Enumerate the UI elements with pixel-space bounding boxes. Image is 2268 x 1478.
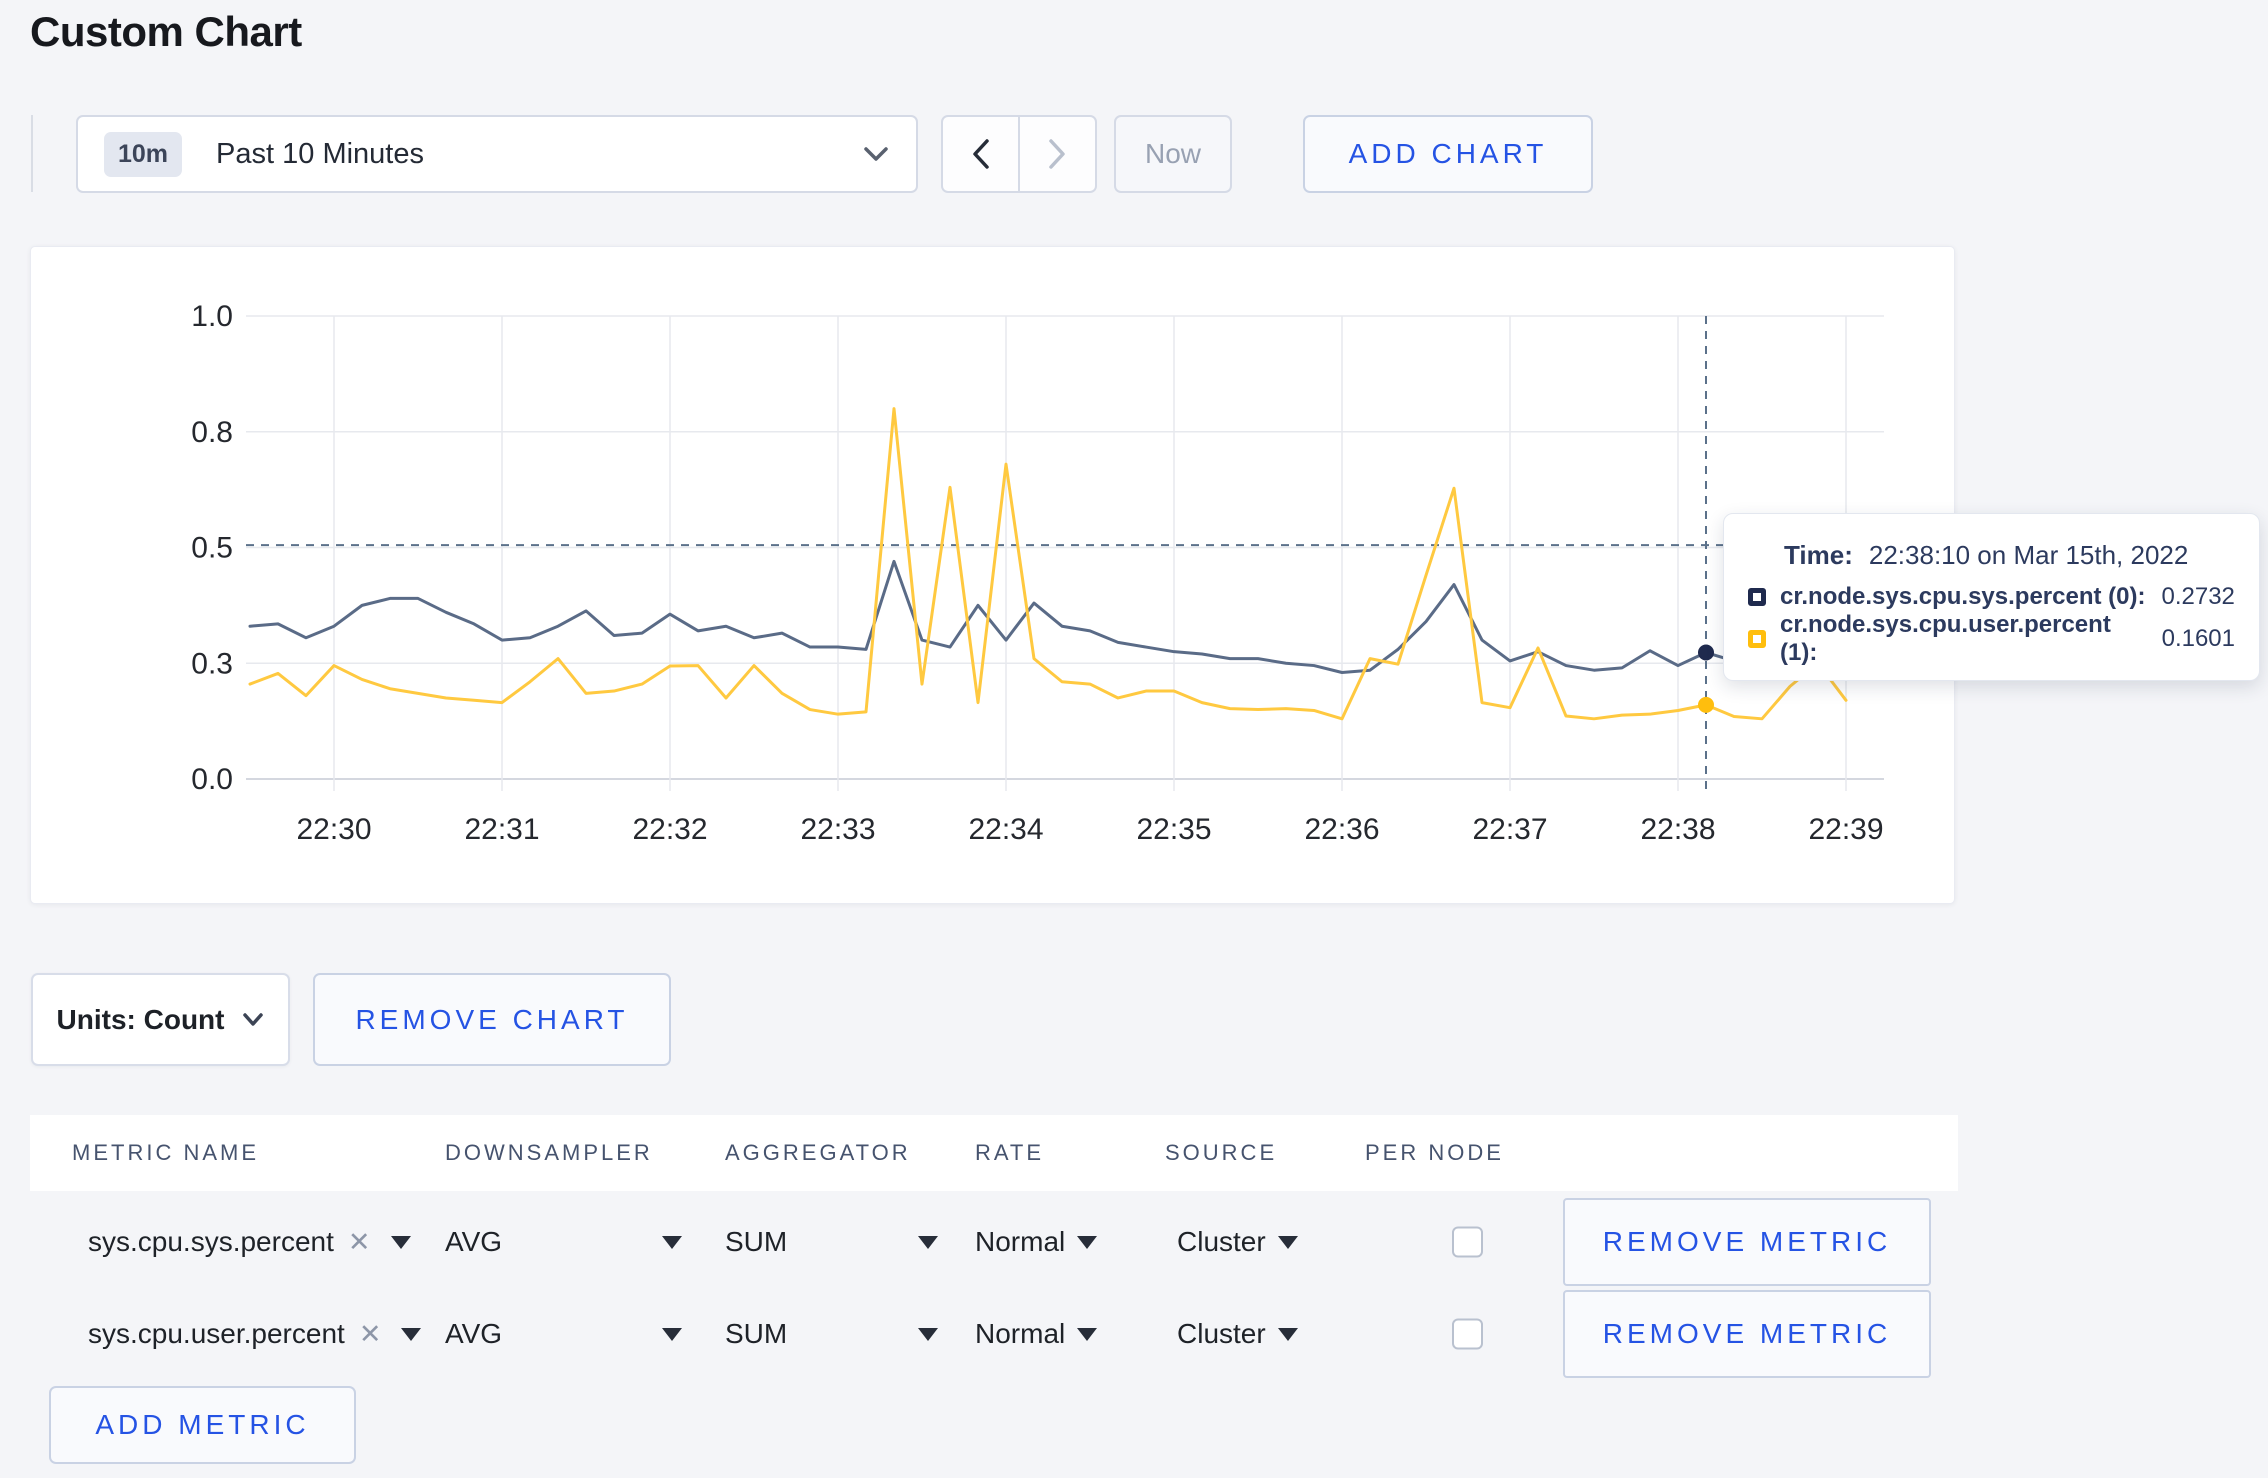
rate-value: Normal (975, 1318, 1066, 1349)
svg-text:22:37: 22:37 (1472, 813, 1547, 846)
svg-text:0.8: 0.8 (191, 416, 233, 449)
metrics-table-header: METRIC NAME DOWNSAMPLER AGGREGATOR RATE … (30, 1115, 1958, 1191)
tooltip-series-value: 0.1601 (2161, 625, 2235, 652)
tooltip-time-label: Time: (1784, 539, 1853, 570)
svg-text:22:33: 22:33 (800, 813, 875, 846)
source-select[interactable]: Cluster (1177, 1226, 1298, 1258)
rate-select[interactable]: Normal (975, 1318, 1098, 1350)
svg-text:0.3: 0.3 (191, 647, 233, 680)
per-node-checkbox[interactable] (1452, 1226, 1483, 1258)
downsampler-value: AVG (445, 1226, 503, 1257)
caret-down-icon (662, 1235, 682, 1249)
remove-metric-button[interactable]: REMOVE METRIC (1563, 1198, 1931, 1286)
rate-select[interactable]: Normal (975, 1226, 1098, 1258)
column-header-aggregator: AGGREGATOR (725, 1140, 911, 1165)
page-title: Custom Chart (30, 8, 302, 55)
clear-metric-icon[interactable]: ✕ (359, 1319, 382, 1350)
metric-row: sys.cpu.user.percent ✕ AVG SUM Normal Cl… (30, 1288, 1958, 1380)
remove-metric-button[interactable]: REMOVE METRIC (1563, 1290, 1931, 1378)
column-header-source: SOURCE (1165, 1140, 1278, 1165)
time-range-select[interactable]: 10m Past 10 Minutes (76, 115, 918, 193)
prev-window-button[interactable] (943, 117, 1018, 191)
aggregator-select[interactable]: SUM (725, 1226, 938, 1258)
aggregator-value: SUM (725, 1226, 788, 1257)
per-node-checkbox[interactable] (1452, 1318, 1483, 1350)
svg-text:22:38: 22:38 (1640, 813, 1715, 846)
chart-card: 0.0 0.3 0.5 0.8 1.0 22:30 22:31 22:32 22:33 22:34… (30, 246, 1955, 904)
units-label: Units: Count (56, 1003, 225, 1035)
toolbar-divider (31, 115, 33, 192)
tooltip-time-row: Time: 22:38:10 on Mar 15th, 2022 (1784, 534, 2235, 576)
svg-text:22:36: 22:36 (1304, 813, 1379, 846)
chart-tooltip: Time: 22:38:10 on Mar 15th, 2022 cr.node… (1723, 513, 2260, 681)
series-swatch-sys (1748, 588, 1766, 606)
column-header-metric-name: METRIC NAME (72, 1140, 259, 1165)
caret-down-icon (1077, 1235, 1098, 1249)
chart-canvas[interactable]: 0.0 0.3 0.5 0.8 1.0 22:30 22:31 22:32 22:33 22:34… (31, 247, 1956, 905)
caret-down-icon (1077, 1327, 1098, 1341)
tooltip-series-label: cr.node.sys.cpu.sys.percent (0): (1780, 583, 2146, 610)
rate-value: Normal (975, 1226, 1066, 1257)
next-window-button[interactable] (1020, 117, 1095, 191)
caret-down-icon (1277, 1327, 1298, 1341)
tooltip-series-value: 0.2732 (2161, 583, 2235, 610)
svg-text:22:39: 22:39 (1808, 813, 1883, 846)
svg-text:22:31: 22:31 (464, 813, 539, 846)
source-value: Cluster (1177, 1226, 1266, 1257)
clear-metric-icon[interactable]: ✕ (348, 1227, 371, 1258)
svg-text:22:35: 22:35 (1136, 813, 1211, 846)
downsampler-select[interactable]: AVG (445, 1318, 682, 1350)
units-select[interactable]: Units: Count (31, 973, 290, 1066)
series-swatch-user (1748, 630, 1766, 648)
remove-chart-button[interactable]: REMOVE CHART (313, 973, 671, 1066)
metric-row: sys.cpu.sys.percent ✕ AVG SUM Normal Clu… (30, 1196, 1958, 1288)
metric-name-value: sys.cpu.sys.percent (88, 1226, 334, 1257)
tooltip-series-row: cr.node.sys.cpu.user.percent (1): 0.1601 (1748, 611, 2235, 666)
source-value: Cluster (1177, 1318, 1266, 1349)
caret-down-icon (662, 1327, 682, 1341)
tooltip-series-label: cr.node.sys.cpu.user.percent (1): (1780, 611, 2111, 666)
metric-name-value: sys.cpu.user.percent (88, 1318, 345, 1349)
source-select[interactable]: Cluster (1177, 1318, 1298, 1350)
caret-down-icon (918, 1327, 938, 1341)
caret-down-icon (1277, 1235, 1298, 1249)
column-header-per-node: PER NODE (1365, 1140, 1504, 1165)
time-range-badge: 10m (104, 131, 183, 177)
svg-text:22:32: 22:32 (632, 813, 707, 846)
caret-down-icon (401, 1327, 422, 1341)
chevron-right-icon (1049, 139, 1066, 169)
tooltip-time-value: 22:38:10 on Mar 15th, 2022 (1868, 539, 2189, 570)
time-window-nav (941, 115, 1097, 193)
svg-text:0.0: 0.0 (191, 763, 233, 796)
caret-down-icon (918, 1235, 938, 1249)
metric-name-select[interactable]: sys.cpu.user.percent ✕ (88, 1318, 422, 1350)
now-button[interactable]: Now (1114, 115, 1232, 193)
aggregator-value: SUM (725, 1318, 788, 1349)
downsampler-value: AVG (445, 1318, 503, 1349)
time-range-label: Past 10 Minutes (216, 137, 424, 170)
chevron-down-icon (864, 147, 888, 161)
column-header-rate: RATE (975, 1140, 1045, 1165)
metric-name-select[interactable]: sys.cpu.sys.percent ✕ (88, 1226, 411, 1258)
svg-text:22:30: 22:30 (296, 813, 371, 846)
svg-text:1.0: 1.0 (191, 300, 233, 333)
add-metric-button[interactable]: ADD METRIC (49, 1386, 356, 1464)
caret-down-icon (390, 1235, 411, 1249)
svg-text:0.5: 0.5 (191, 532, 233, 565)
svg-text:22:34: 22:34 (968, 813, 1043, 846)
add-chart-button[interactable]: ADD CHART (1303, 115, 1593, 193)
chevron-down-icon (243, 1013, 264, 1026)
downsampler-select[interactable]: AVG (445, 1226, 682, 1258)
aggregator-select[interactable]: SUM (725, 1318, 938, 1350)
chevron-left-icon (972, 139, 989, 169)
column-header-downsampler: DOWNSAMPLER (445, 1140, 653, 1165)
